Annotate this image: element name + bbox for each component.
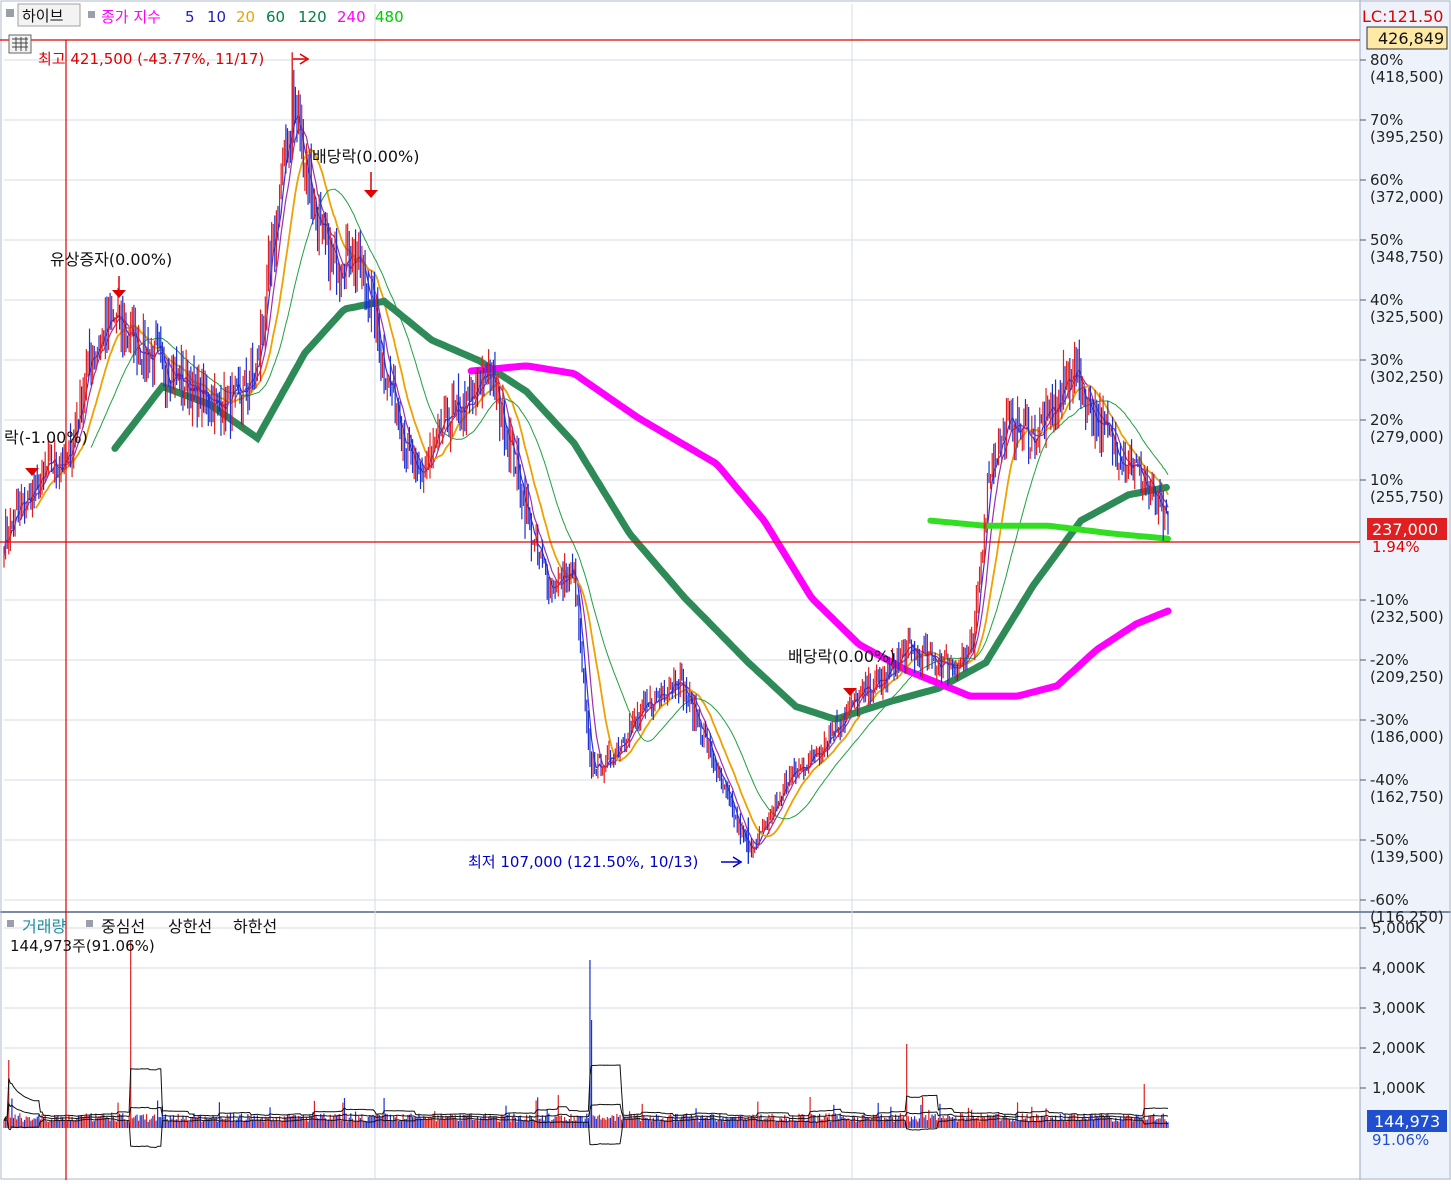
price-axis-pct-label: 70%: [1370, 111, 1403, 129]
indicator-toggle-icon[interactable]: [88, 11, 95, 18]
ma-legend-60[interactable]: 60: [266, 8, 285, 26]
volume-title[interactable]: 거래량: [22, 917, 66, 936]
low-annotation: 최저 107,000 (121.50%, 10/13): [468, 853, 698, 871]
price-axis-pct-label: 20%: [1370, 411, 1403, 429]
price-axis-pct-label: 60%: [1370, 171, 1403, 189]
volume-axis-label: 3,000K: [1372, 999, 1426, 1017]
legend-toggle-icon[interactable]: [6, 9, 14, 17]
price-axis-pct-label: -60%: [1370, 891, 1409, 909]
lc-label: LC:121.50: [1362, 7, 1443, 26]
price-axis-pct-label: -30%: [1370, 711, 1409, 729]
price-axis-price-label: (348,750): [1370, 248, 1444, 266]
ma-legend-480[interactable]: 480: [375, 8, 404, 26]
price-axis-price-label: (209,250): [1370, 668, 1444, 686]
price-axis-pct-label: 80%: [1370, 51, 1403, 69]
chart-canvas: 80%(418,500)70%(395,250)60%(372,000)50%(…: [0, 0, 1451, 1180]
price-axis-price-label: (232,500): [1370, 608, 1444, 626]
high-annotation: 최고 421,500 (-43.77%, 11/17): [38, 50, 264, 68]
current-change: 1.94%: [1372, 538, 1420, 556]
price-axis-pct-label: -20%: [1370, 651, 1409, 669]
current-price-value: 237,000: [1372, 520, 1438, 539]
stock-chart: 80% (418,500) 70% (395,250) 60% (372,000) 50%(…: [0, 0, 1451, 1180]
dividend-annotation-1: 배당락(0.00%): [312, 147, 419, 166]
price-axis-pct-label: 50%: [1370, 231, 1403, 249]
price-axis-price-label: (255,750): [1370, 488, 1444, 506]
volume-axis-label: 1,000K: [1372, 1079, 1426, 1097]
price-axis-pct-label: 40%: [1370, 291, 1403, 309]
price-axis-pct-label: -50%: [1370, 831, 1409, 849]
rights-annotation: 유상증자(0.00%): [50, 250, 172, 269]
price-axis-price-label: (302,250): [1370, 368, 1444, 386]
ticker-label[interactable]: 하이브: [22, 7, 64, 25]
left-annotation: 락(-1.00%): [4, 428, 88, 447]
price-axis-price-label: (279,000): [1370, 428, 1444, 446]
volume-value-label: 144,973주(91.06%): [10, 937, 155, 955]
price-axis-price-label: (186,000): [1370, 728, 1444, 746]
volume-toggle-icon[interactable]: [7, 920, 14, 927]
band-lower-label: 하한선: [233, 917, 277, 936]
ma-legend-20[interactable]: 20: [236, 8, 255, 26]
price-axis-price-label: (395,250): [1370, 128, 1444, 146]
volume-current-pct: 91.06%: [1372, 1131, 1429, 1149]
band-center-label: 중심선: [101, 917, 145, 936]
volume-axis-label: 4,000K: [1372, 959, 1426, 977]
volume-axis-label: 2,000K: [1372, 1039, 1426, 1057]
band-toggle-icon[interactable]: [86, 920, 93, 927]
table-icon[interactable]: [8, 34, 32, 54]
price-axis-price-label: (372,000): [1370, 188, 1444, 206]
price-axis-pct-label: 10%: [1370, 471, 1403, 489]
ma-legend-5[interactable]: 5: [185, 8, 195, 26]
dividend-annotation-2: 배당락(0.00%): [788, 647, 895, 666]
price-axis-pct-label: -10%: [1370, 591, 1409, 609]
volume-current-value: 144,973: [1374, 1112, 1440, 1131]
ma-legend-240[interactable]: 240: [337, 8, 366, 26]
price-axis-price-label: (418,500): [1370, 68, 1444, 86]
band-upper-label: 상한선: [168, 917, 212, 936]
price-axis-price-label: (139,500): [1370, 848, 1444, 866]
top-price-value: 426,849: [1378, 29, 1444, 48]
price-axis-pct-label: 30%: [1370, 351, 1403, 369]
price-axis-price-label: (162,750): [1370, 788, 1444, 806]
indicator-label[interactable]: 종가 지수: [101, 8, 161, 26]
price-axis-pct-label: -40%: [1370, 771, 1409, 789]
ma-legend-10[interactable]: 10: [207, 8, 226, 26]
ma-legend-120[interactable]: 120: [298, 8, 327, 26]
volume-axis-label: 5,000K: [1372, 919, 1426, 937]
price-axis-price-label: (325,500): [1370, 308, 1444, 326]
